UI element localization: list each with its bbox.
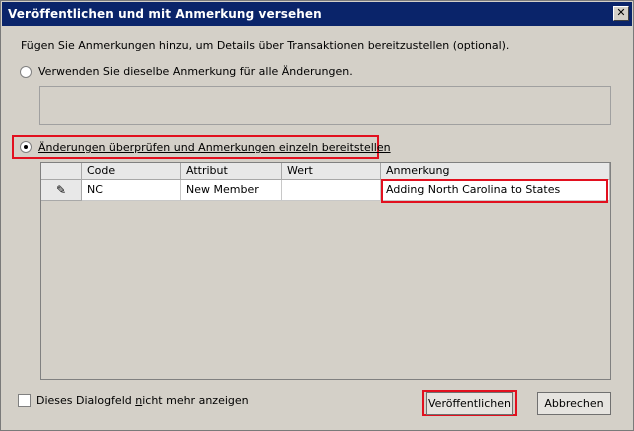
cell-wert[interactable] <box>282 180 381 201</box>
highlight-frame-annotation-cell <box>381 179 608 203</box>
column-header-wert[interactable]: Wert <box>282 163 381 180</box>
close-button[interactable]: ✕ <box>613 6 629 21</box>
close-icon: ✕ <box>616 6 626 19</box>
edit-pencil-icon[interactable]: ✎ <box>41 180 82 201</box>
dont-show-label-suffix: icht mehr anzeigen <box>142 394 249 407</box>
row-header-corner <box>41 163 82 180</box>
shared-annotation-field[interactable] <box>39 86 611 125</box>
publish-button[interactable]: Veröffentlichen <box>426 392 513 415</box>
title-bar: Veröffentlichen und mit Anmerkung verseh… <box>2 2 632 26</box>
dialog-title: Veröffentlichen und mit Anmerkung verseh… <box>8 7 322 21</box>
grid-header: Code Attribut Wert Anmerkung <box>41 163 610 180</box>
cancel-button[interactable]: Abbrechen <box>537 392 611 415</box>
column-header-attribut[interactable]: Attribut <box>181 163 282 180</box>
dont-show-label-prefix: Dieses Dialogfeld <box>36 394 136 407</box>
column-header-anmerkung[interactable]: Anmerkung <box>381 163 610 180</box>
radio-individual-annotation[interactable] <box>20 141 32 153</box>
dont-show-again-checkbox[interactable] <box>18 394 31 407</box>
dont-show-again-label[interactable]: Dieses Dialogfeld nicht mehr anzeigen <box>36 394 249 407</box>
column-header-code[interactable]: Code <box>82 163 181 180</box>
radio-same-annotation[interactable] <box>20 66 32 78</box>
cell-attribut[interactable]: New Member <box>181 180 282 201</box>
radio-same-annotation-label[interactable]: Verwenden Sie dieselbe Anmerkung für all… <box>38 65 353 78</box>
radio-individual-annotation-label[interactable]: Änderungen überprüfen und Anmerkungen ei… <box>38 141 391 154</box>
cell-code[interactable]: NC <box>82 180 181 201</box>
intro-text: Fügen Sie Anmerkungen hinzu, um Details … <box>21 39 510 52</box>
publish-annotate-dialog: Veröffentlichen und mit Anmerkung verseh… <box>0 0 634 431</box>
